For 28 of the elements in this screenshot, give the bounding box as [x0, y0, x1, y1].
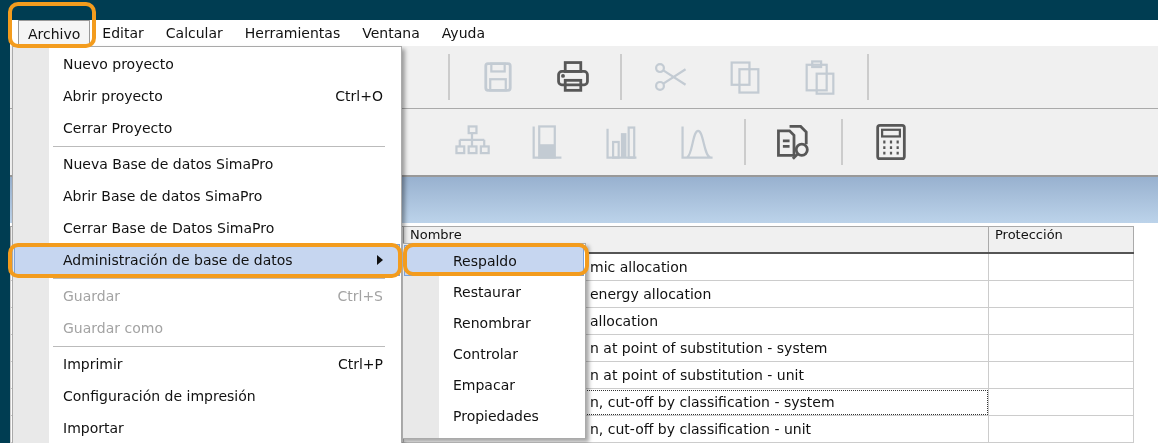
menu-item[interactable]: Propiedades: [404, 400, 584, 431]
menu-item[interactable]: Nueva Base de datos SimaPro: [14, 148, 400, 180]
menu-bar-item[interactable]: Editar: [92, 20, 154, 46]
menu-bar-item[interactable]: Ayuda: [431, 20, 495, 46]
menu-item[interactable]: Abrir proyecto Ctrl+O: [14, 80, 400, 112]
menu-item[interactable]: Empacar: [404, 369, 584, 400]
menu-bar-item[interactable]: Ventana: [352, 20, 430, 46]
menu-item[interactable]: Abrir Base de datos SimaPro: [14, 180, 400, 212]
table-cell: mic allocation: [590, 259, 688, 275]
table-cell: n, cut-off by classification - unit: [590, 421, 812, 437]
menu-item[interactable]: Renombrar: [404, 307, 584, 338]
menu-bar-item[interactable]: Calcular: [155, 20, 233, 46]
menu-item[interactable]: Cerrar Proyecto: [14, 112, 400, 144]
table-cell: energy allocation: [590, 286, 712, 302]
table-cell: n at point of substitution - unit: [590, 367, 804, 383]
menu-item[interactable]: Importar: [14, 412, 400, 443]
table-cell: n, cut-off by classification - system: [590, 394, 835, 410]
menu-item[interactable]: Imprimir Ctrl+P: [14, 348, 400, 380]
menu-item[interactable]: Cerrar Base de Datos SimaPro: [14, 212, 400, 244]
menu-bar-item[interactable]: Herramientas: [234, 20, 351, 46]
menu-item[interactable]: Nuevo proyecto: [14, 48, 400, 80]
table-cell: n at point of substitution - system: [590, 340, 828, 356]
menu-item[interactable]: Controlar: [404, 338, 584, 369]
column-header[interactable]: Nombre: [410, 227, 462, 242]
table-cell: allocation: [590, 313, 659, 329]
menu-bar-item[interactable]: Archivo: [18, 20, 91, 46]
menu-item[interactable]: Configuración de impresión: [14, 380, 400, 412]
menu-item[interactable]: Restaurar: [404, 276, 584, 307]
